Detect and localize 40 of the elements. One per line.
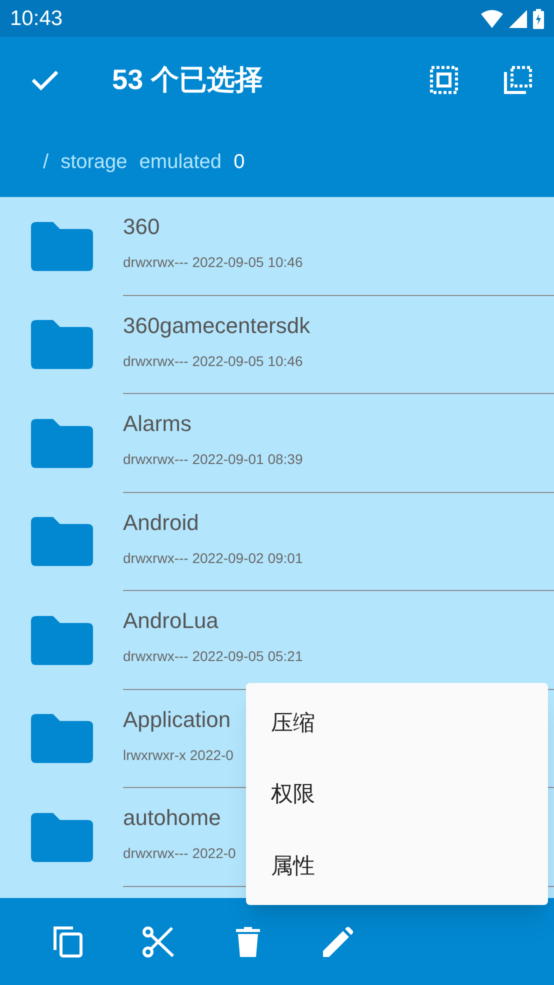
folder-details: drwxrwx--- 2022-09-02 09:01: [123, 548, 303, 568]
scissors-icon: [142, 926, 174, 958]
folder-icon: [31, 616, 93, 665]
folder-icon: [31, 517, 93, 566]
folder-name: autohome: [123, 804, 221, 832]
folder-icon: [31, 320, 93, 370]
menu-item[interactable]: 属性: [246, 830, 548, 901]
status-time: 10:43: [10, 6, 63, 32]
select-all-icon: [430, 66, 458, 94]
folder-name: 360gamecentersdk: [123, 312, 310, 340]
folder-name: Application: [123, 706, 231, 734]
breadcrumb-item[interactable]: emulated: [139, 147, 222, 177]
checkmark-icon: [31, 69, 59, 91]
folder-details: drwxrwx--- 2022-09-05 10:46: [123, 352, 303, 370]
menu-item[interactable]: 压缩: [246, 687, 548, 758]
signal-icon: [509, 10, 527, 28]
breadcrumb-item[interactable]: 0: [234, 147, 245, 177]
folder-name: AndroLua: [123, 607, 218, 635]
folder-details: drwxrwx--- 2022-09-05 10:46: [123, 253, 303, 272]
folder-details: drwxrwx--- 2022-0: [123, 844, 236, 863]
folder-icon: [31, 714, 93, 764]
folder-name: 360: [123, 213, 160, 241]
pencil-icon: [323, 926, 353, 956]
folder-icon: [31, 222, 93, 271]
trash-icon: [236, 926, 260, 956]
breadcrumb-item[interactable]: storage: [60, 147, 128, 177]
folder-details: lrwxrwxr-x 2022-0: [123, 746, 234, 764]
wifi-icon: [481, 10, 503, 28]
menu-item[interactable]: 权限: [246, 758, 548, 830]
invert-selection-icon: [504, 66, 532, 94]
folder-name: Android: [123, 508, 199, 536]
folder-details: drwxrwx--- 2022-09-01 08:39: [123, 450, 303, 469]
folder-icon: [31, 812, 93, 862]
folder-icon: [31, 418, 93, 468]
copy-icon: [53, 926, 83, 958]
battery-icon: [533, 8, 544, 28]
breadcrumb-item[interactable]: /: [43, 147, 49, 177]
selection-title: 53 个已选择: [112, 63, 264, 97]
folder-name: Alarms: [123, 410, 192, 438]
folder-details: drwxrwx--- 2022-09-05 05:21: [123, 647, 303, 666]
